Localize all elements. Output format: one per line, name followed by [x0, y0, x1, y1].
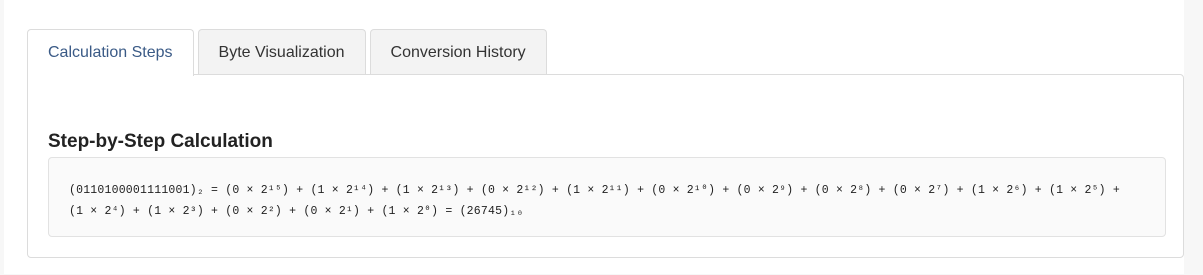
calculation-line-2: (1 × 2⁴) + (1 × 2³) + (0 × 2²) + (0 × 2¹…	[69, 205, 524, 218]
tab-label: Byte Visualization	[218, 43, 345, 61]
tab-calculation-steps[interactable]: Calculation Steps	[27, 29, 194, 76]
tab-label: Conversion History	[390, 43, 526, 61]
calculation-box: (0110100001111001)₂ = (0 × 2¹⁵) + (1 × 2…	[48, 157, 1166, 237]
tab-conversion-history[interactable]: Conversion History	[369, 29, 547, 75]
tab-label: Calculation Steps	[48, 44, 173, 61]
tab-byte-visualization[interactable]: Byte Visualization	[197, 29, 366, 75]
section-heading: Step-by-Step Calculation	[48, 131, 273, 152]
tab-content-calculation-steps: Step-by-Step Calculation (01101000011110…	[27, 74, 1184, 258]
calculation-line-1: (0110100001111001)₂ = (0 × 2¹⁵) + (1 × 2…	[69, 184, 1120, 197]
tab-bar: Calculation Steps Byte Visualization Con…	[27, 29, 551, 76]
converter-panel: Calculation Steps Byte Visualization Con…	[4, 0, 1184, 274]
